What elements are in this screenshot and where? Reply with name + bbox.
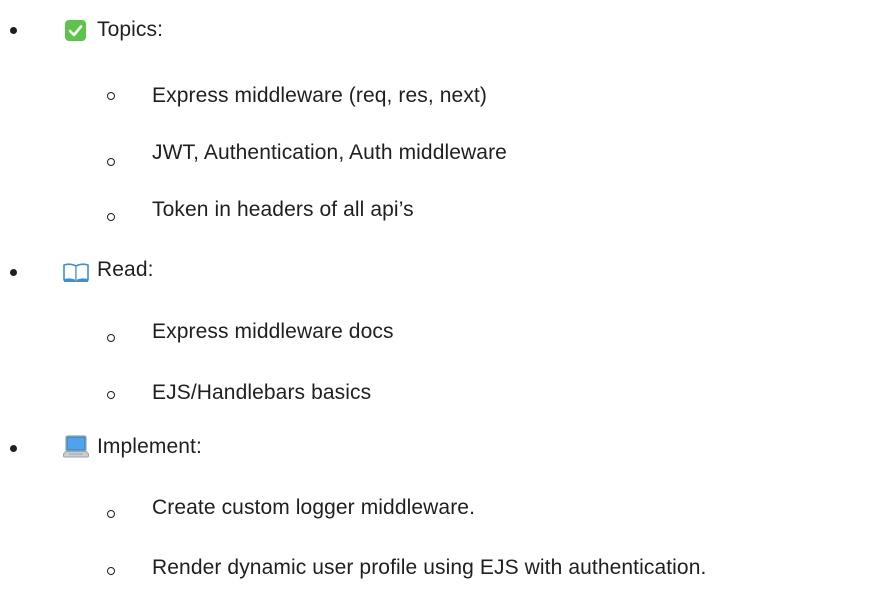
list-item-text: Express middleware (req, res, next) [152, 84, 487, 107]
list-item: Render dynamic user profile using EJS wi… [152, 553, 706, 583]
sub-bullet-point [107, 567, 115, 575]
section-heading: Implement: [97, 432, 202, 462]
sub-bullet-point [107, 510, 115, 518]
bullet-point [10, 445, 17, 452]
sub-bullet-point [107, 391, 115, 399]
document-page: Topics: Express middleware (req, res, ne… [0, 0, 890, 590]
section-heading: Topics: [97, 15, 163, 45]
section-heading-text: Read: [97, 258, 154, 281]
check-mark-button-icon [65, 20, 86, 41]
list-item: Create custom logger middleware. [152, 493, 475, 523]
list-item-text: Render dynamic user profile using EJS wi… [152, 556, 707, 579]
section-heading-text: Implement: [97, 435, 202, 458]
sub-bullet-point [107, 92, 115, 100]
list-item: Token in headers of all api’s [152, 195, 414, 225]
list-item: JWT, Authentication, Auth middleware [152, 138, 507, 168]
sub-bullet-point [107, 158, 115, 166]
list-item: Express middleware (req, res, next) [152, 81, 487, 111]
bullet-point [10, 269, 17, 276]
list-item-text: Token in headers of all api’s [152, 198, 414, 221]
section-heading: Read: [97, 255, 154, 285]
list-item-text: Express middleware docs [152, 320, 394, 343]
sub-bullet-point [107, 334, 115, 342]
section-heading-text: Topics: [97, 18, 164, 41]
list-item: Express middleware docs [152, 317, 394, 347]
list-item-text: EJS/Handlebars basics [152, 381, 372, 404]
bullet-point [10, 27, 17, 34]
list-item-text: JWT, Authentication, Auth middleware [152, 141, 507, 164]
list-item-text: Create custom logger middleware. [152, 496, 476, 519]
laptop-icon [63, 435, 89, 458]
sub-bullet-point [107, 213, 115, 221]
list-item: EJS/Handlebars basics [152, 378, 371, 408]
open-book-icon [63, 263, 89, 282]
